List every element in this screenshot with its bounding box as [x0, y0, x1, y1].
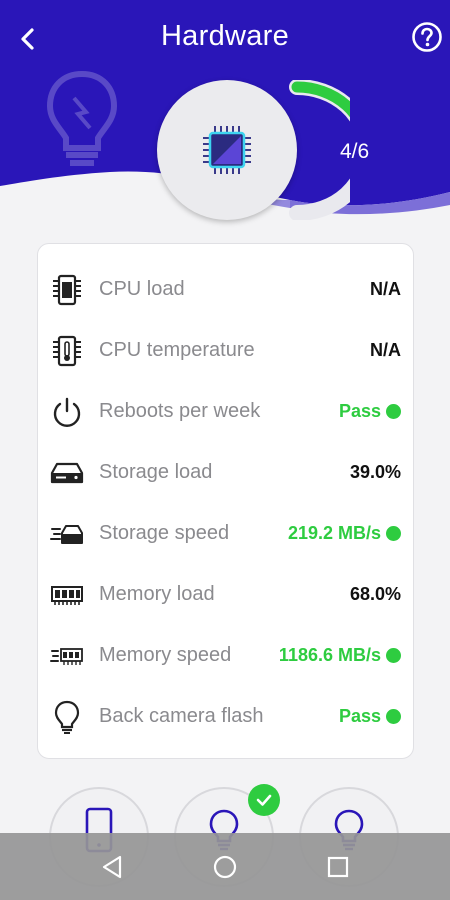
lightbulb-decoration-icon [46, 70, 118, 166]
item-value: N/A [370, 340, 401, 360]
item-value: 219.2 MB/s [288, 523, 401, 544]
nav-home-icon[interactable] [211, 853, 239, 881]
item-value: Pass [339, 401, 401, 422]
status-dot [386, 648, 401, 663]
item-value: N/A [370, 279, 401, 299]
nav-back-icon[interactable] [98, 853, 126, 881]
item-value: 68.0% [349, 584, 401, 604]
item-label: CPU temperature [99, 339, 255, 361]
item-value: 1186.6 MB/s [279, 645, 401, 666]
system-navigation-bar [0, 833, 450, 900]
list-item-back-camera-flash: Back camera flash Pass [38, 686, 415, 747]
list-item-cpu-load: CPU load N/A [38, 259, 415, 320]
help-circle-icon [412, 22, 442, 52]
status-dot [386, 404, 401, 419]
page-title: Hardware [160, 20, 290, 52]
hard-drive-icon [50, 456, 84, 490]
hardware-results-card: CPU load N/A CPU temperature N/A Reboots… [37, 243, 414, 759]
help-button[interactable] [410, 20, 444, 54]
lightbulb-icon [50, 700, 84, 734]
item-label: Storage speed [99, 522, 230, 544]
status-dot [386, 709, 401, 724]
power-icon [50, 395, 84, 429]
list-item-cpu-temperature: CPU temperature N/A [38, 320, 415, 381]
list-item-memory-load: Memory load 68.0% [38, 564, 415, 625]
item-value: 39.0% [349, 462, 401, 482]
progress-count: 4/6 [340, 140, 370, 163]
memory-icon [50, 578, 84, 612]
thermometer-chip-icon [50, 334, 84, 368]
check-icon [256, 794, 272, 806]
item-label: Memory speed [99, 644, 232, 666]
cpu-chip-icon [50, 273, 84, 307]
item-label: CPU load [99, 278, 185, 300]
item-label: Storage load [99, 461, 213, 483]
item-value: Pass [339, 706, 401, 727]
item-label: Reboots per week [99, 400, 261, 422]
hardware-category-badge [157, 80, 297, 220]
status-dot [386, 526, 401, 541]
memory-speed-icon [50, 639, 84, 673]
storage-speed-icon [50, 517, 84, 551]
nav-recents-icon[interactable] [324, 853, 352, 881]
list-item-memory-speed: Memory speed 1186.6 MB/s [38, 625, 415, 686]
list-item-storage-load: Storage load 39.0% [38, 442, 415, 503]
item-label: Memory load [99, 583, 215, 605]
list-item-storage-speed: Storage speed 219.2 MB/s [38, 503, 415, 564]
completed-check-badge [248, 784, 280, 816]
cpu-chip-icon [203, 126, 251, 174]
item-label: Back camera flash [99, 705, 264, 727]
list-item-reboots-per-week: Reboots per week Pass [38, 381, 415, 442]
